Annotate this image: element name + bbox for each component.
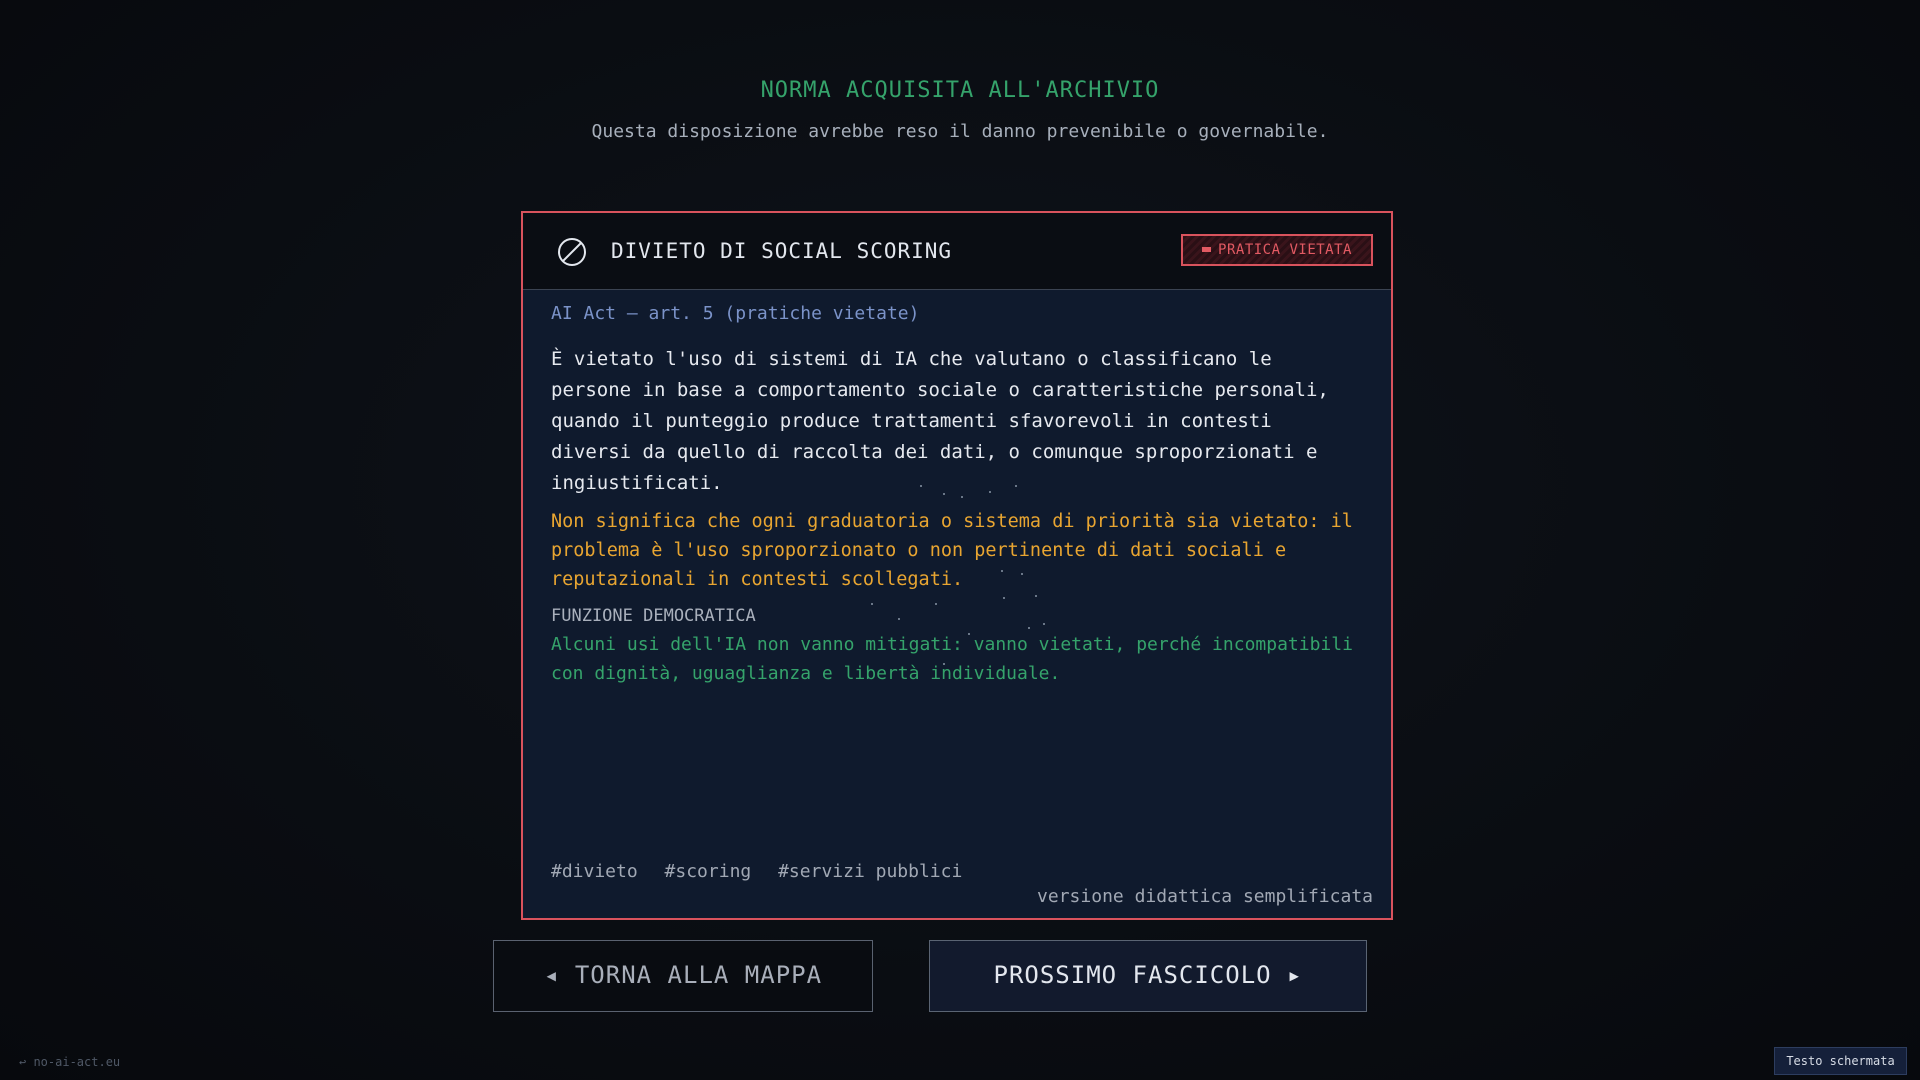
- section-label: FUNZIONE DEMOCRATICA: [551, 606, 756, 626]
- page-subtitle: Questa disposizione avrebbe reso il dann…: [591, 121, 1329, 142]
- page: NORMA ACQUISITA ALL'ARCHIVIO Questa disp…: [0, 0, 1920, 1080]
- tag: #servizi pubblici: [778, 861, 963, 882]
- card-header: DIVIETO DI SOCIAL SCORING PRATICA VIETAT…: [523, 213, 1391, 290]
- card-title: DIVIETO DI SOCIAL SCORING: [611, 239, 953, 263]
- badge-marker-icon: [1202, 246, 1212, 252]
- section-text: Alcuni usi dell'IA non vanno mitigati: v…: [551, 634, 1353, 684]
- back-to-map-button[interactable]: ◂ TORNA ALLA MAPPA: [493, 940, 873, 1012]
- legal-reference: AI Act — art. 5 (pratiche vietate): [551, 303, 920, 324]
- norm-card: DIVIETO DI SOCIAL SCORING PRATICA VIETAT…: [521, 211, 1393, 920]
- tag-list: #divieto #scoring #servizi pubblici: [551, 861, 978, 882]
- prohibited-icon: [558, 238, 586, 266]
- tag: #scoring: [664, 861, 752, 882]
- next-file-button[interactable]: PROSSIMO FASCICOLO ▸: [929, 940, 1367, 1012]
- card-body: AI Act — art. 5 (pratiche vietate) È vie…: [551, 303, 1363, 688]
- screen-text-button[interactable]: Testo schermata: [1774, 1047, 1907, 1075]
- rule-text: È vietato l'uso di sistemi di IA che val…: [551, 348, 1329, 494]
- badge-label: PRATICA VIETATA: [1218, 242, 1352, 258]
- tag: #divieto: [551, 861, 638, 882]
- page-title: NORMA ACQUISITA ALL'ARCHIVIO: [760, 78, 1160, 103]
- clarification-note: Non significa che ogni graduatoria o sis…: [551, 511, 1353, 590]
- edition-note: versione didattica semplificata: [1037, 886, 1373, 907]
- status-badge: PRATICA VIETATA: [1181, 234, 1373, 266]
- site-link[interactable]: ↩ no-ai-act.eu: [19, 1055, 120, 1069]
